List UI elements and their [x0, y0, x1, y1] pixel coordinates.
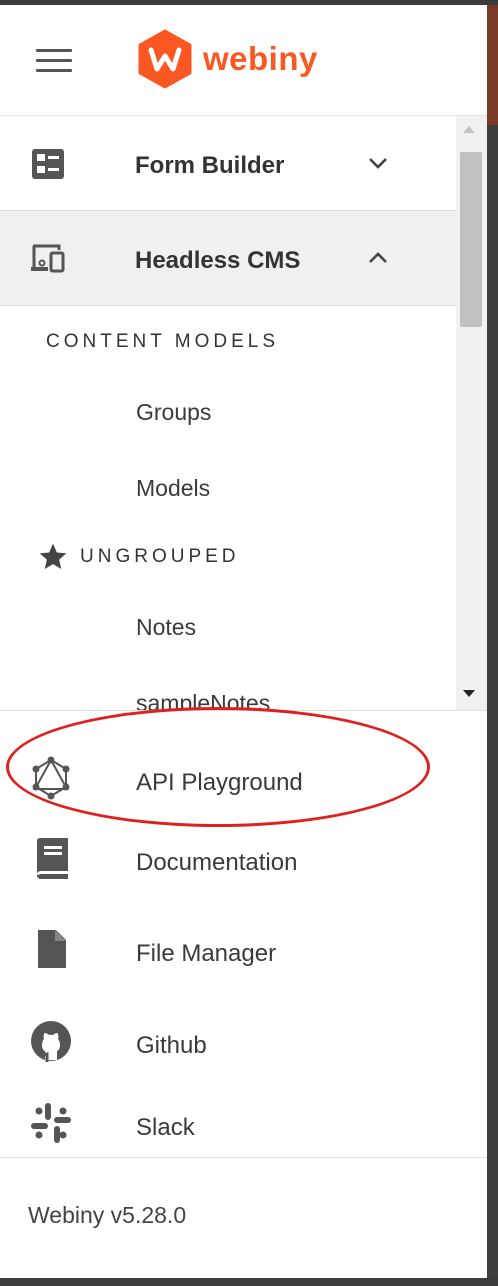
slack-icon [31, 1103, 71, 1143]
logo-text: webiny [203, 40, 318, 77]
link-documentation[interactable]: Documentation [0, 815, 487, 895]
webiny-logo[interactable]: webiny [137, 29, 318, 89]
file-icon [38, 930, 66, 968]
chevron-up-icon[interactable] [366, 249, 390, 267]
webiny-hexagon-icon [138, 29, 192, 89]
form-builder-label: Form Builder [135, 152, 285, 179]
menu-item-groups[interactable]: Groups [136, 399, 211, 426]
graphql-icon [32, 756, 70, 800]
slack-label: Slack [136, 1114, 195, 1141]
ungrouped-heading: UNGROUPED [80, 546, 240, 567]
book-icon [37, 838, 68, 879]
menu-item-models[interactable]: Models [136, 475, 210, 502]
api-playground-label: API Playground [136, 769, 303, 796]
menu-item-sample-notes[interactable]: sampleNotes [136, 690, 270, 710]
scroll-up-arrow-icon[interactable] [463, 126, 475, 133]
scrollbar-thumb[interactable] [460, 152, 482, 327]
menu-scroll-area[interactable]: Form Builder Headless CMS CONTENT MODELS… [0, 116, 487, 710]
chevron-down-icon[interactable] [366, 154, 390, 172]
github-label: Github [136, 1032, 207, 1059]
menu-item-headless-cms[interactable]: Headless CMS [0, 211, 456, 305]
window-bottom-edge [0, 1278, 498, 1286]
hamburger-menu-icon[interactable] [36, 49, 72, 75]
documentation-label: Documentation [136, 849, 298, 876]
link-slack[interactable]: Slack [0, 1080, 487, 1160]
content-models-heading: CONTENT MODELS [46, 331, 280, 352]
star-icon [39, 543, 67, 569]
github-icon [31, 1021, 71, 1062]
external-links: API Playground Documentation File Manage… [0, 710, 487, 1143]
divider [0, 1157, 487, 1158]
divider [0, 305, 456, 306]
file-manager-label: File Manager [136, 940, 277, 967]
version-text: Webiny v5.28.0 [28, 1202, 187, 1228]
page-edge-accent [487, 5, 498, 125]
link-github[interactable]: Github [0, 998, 487, 1078]
menu-item-notes[interactable]: Notes [136, 614, 196, 641]
drawer-header: webiny [0, 5, 487, 116]
headless-cms-label: Headless CMS [135, 247, 301, 274]
form-builder-icon [32, 149, 64, 179]
link-api-playground[interactable]: API Playground [0, 735, 487, 815]
navigation-drawer: webiny Form Builder Headless CMS CONTENT… [0, 5, 487, 1278]
devices-icon [31, 244, 65, 273]
scroll-down-arrow-icon[interactable] [463, 690, 475, 697]
menu-item-form-builder[interactable]: Form Builder [0, 116, 456, 210]
page-edge [487, 5, 498, 1286]
link-file-manager[interactable]: File Manager [0, 906, 487, 986]
